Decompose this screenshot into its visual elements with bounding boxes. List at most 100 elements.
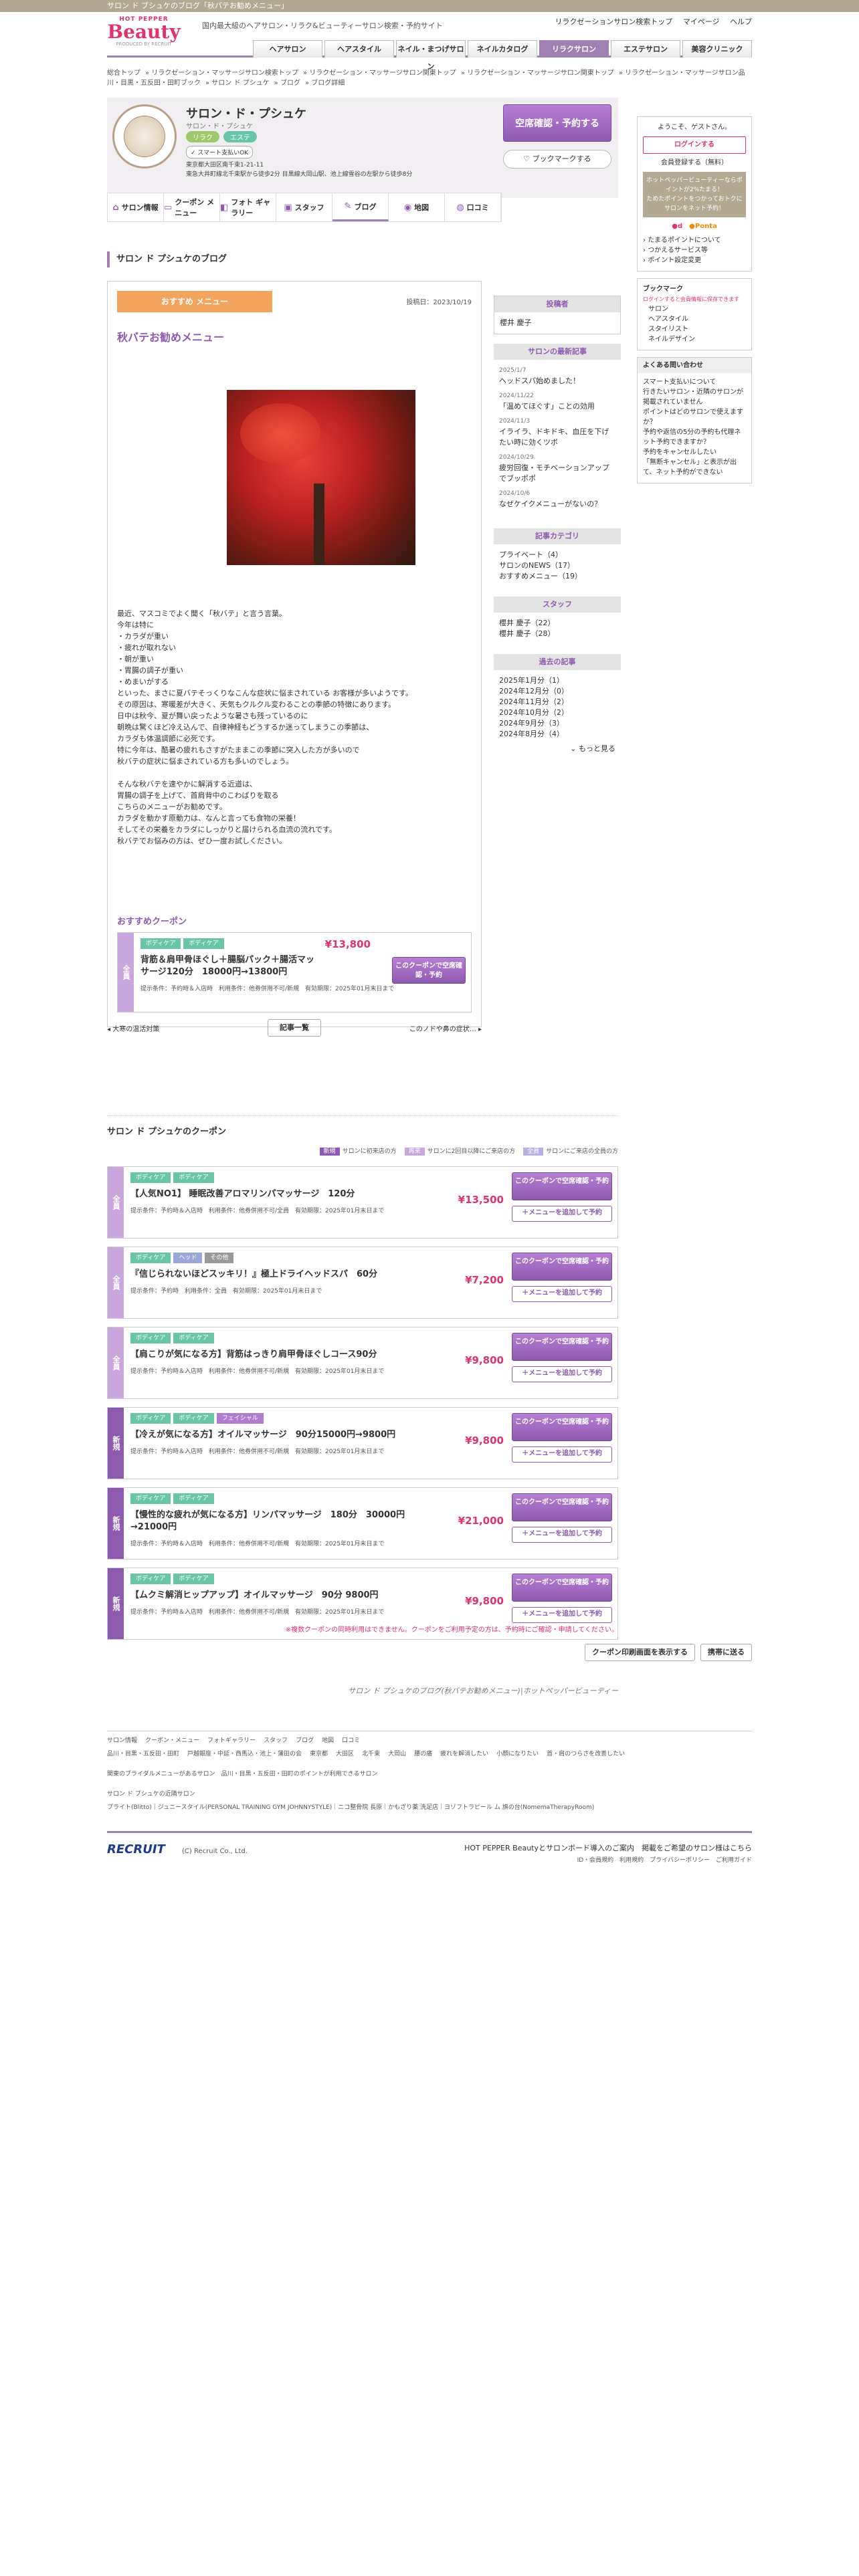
- add-menu-button[interactable]: ＋メニューを追加して予約: [512, 1206, 612, 1222]
- faq-item[interactable]: 行きたいサロン・近隣のサロンが掲載されていません: [643, 387, 746, 407]
- coupon-name[interactable]: 背筋＆肩甲骨ほぐし＋腸脳パック＋腸活マッサージ120分 18000円→13800…: [140, 954, 314, 978]
- coupon-reserve-button[interactable]: このクーポンで空席確認・予約: [392, 957, 466, 984]
- footer-link[interactable]: ブログ: [296, 1737, 314, 1744]
- faq-item[interactable]: 予約をキャンセルしたい: [643, 447, 746, 457]
- coupon-name[interactable]: 【冷えが気になる方】オイルマッサージ 90分15000円→9800円: [130, 1429, 438, 1441]
- archive-more-link[interactable]: ⌄ もっと見る: [499, 744, 615, 754]
- coupon-reserve-button[interactable]: このクーポンで空席確認・予約: [512, 1333, 612, 1361]
- coupon-reserve-button[interactable]: このクーポンで空席確認・予約: [512, 1413, 612, 1441]
- print-coupon-button[interactable]: クーポン印刷画面を表示する: [585, 1644, 695, 1661]
- coupon-reserve-button[interactable]: このクーポンで空席確認・予約: [512, 1493, 612, 1521]
- bookmark-item[interactable]: スタイリスト: [643, 324, 746, 334]
- footer-link[interactable]: 戸越銀座・中延・西馬込・池上・蒲田の会: [187, 1751, 302, 1757]
- next-post-link[interactable]: このノドや鼻の症状… ▸: [409, 1023, 482, 1033]
- register-link[interactable]: 会員登録する（無料）: [643, 158, 746, 168]
- coupon-reserve-button[interactable]: このクーポンで空席確認・予約: [512, 1172, 612, 1200]
- reserve-button[interactable]: 空席確認・予約する: [503, 104, 611, 142]
- tab-coupon-menu[interactable]: ▭ クーポン メニュー: [164, 193, 220, 221]
- tab-photo-gallery[interactable]: ◧ フォト ギャラリー: [220, 193, 276, 221]
- faq-item[interactable]: ポイントはどのサロンで使えますか？: [643, 407, 746, 427]
- nav-clinic[interactable]: 美容クリニック: [682, 40, 752, 58]
- footer-related[interactable]: 関東のブライダルメニューがあるサロン 品川・目黒・五反田・田町のポイントが利用で…: [107, 1769, 752, 1780]
- footer-link[interactable]: 大岡山: [388, 1751, 406, 1757]
- bookmark-item[interactable]: ネイルデザイン: [643, 334, 746, 344]
- footer-link[interactable]: フォトギャラリー: [207, 1737, 256, 1744]
- footer-link[interactable]: 品川・目黒・五反田・田町: [107, 1751, 179, 1757]
- crumb-4[interactable]: リラクゼーション・マッサージサロン関東トップ: [467, 70, 614, 77]
- tab-map[interactable]: ◉ 地図: [389, 193, 445, 221]
- footer-link[interactable]: クーポン・メニュー: [145, 1737, 199, 1744]
- staff-item[interactable]: 櫻井 慶子（22）: [499, 618, 615, 629]
- policy-links[interactable]: ID・会員規約 利用規約 プライバシーポリシー ご利用ガイド: [464, 1854, 752, 1866]
- nav-hairstyle[interactable]: ヘアスタイル: [324, 40, 394, 58]
- add-menu-button[interactable]: ＋メニューを追加して予約: [512, 1607, 612, 1623]
- archive-item[interactable]: 2024年12月分（0）: [499, 686, 615, 697]
- nav-relax[interactable]: リラクサロン: [539, 40, 609, 58]
- coupon-name[interactable]: 【肩こりが気になる方】背筋はっきり肩甲骨ほぐしコース90分: [130, 1349, 438, 1361]
- footer-link[interactable]: 疲れを解消したい: [440, 1751, 488, 1757]
- add-menu-button[interactable]: ＋メニューを追加して予約: [512, 1286, 612, 1302]
- tab-reviews[interactable]: ◍ 口コミ: [445, 193, 501, 221]
- bookmark-item[interactable]: ヘアスタイル: [643, 314, 746, 324]
- archive-item[interactable]: 2024年10月分（2）: [499, 708, 615, 718]
- tab-staff[interactable]: ▣ スタッフ: [276, 193, 332, 221]
- link-relax-top[interactable]: リラクゼーションサロン検索トップ: [555, 17, 672, 26]
- poster-name[interactable]: 櫻井 慶子: [494, 312, 620, 334]
- coupon-name[interactable]: 【人気NO1】 睡眠改善アロマリンパマッサージ 120分: [130, 1188, 438, 1200]
- nav-esthe[interactable]: エステサロン: [611, 40, 680, 58]
- recruit-logo[interactable]: RECRUIT: [107, 1842, 165, 1856]
- staff-item[interactable]: 櫻井 慶子（28）: [499, 629, 615, 639]
- category-item[interactable]: プライベート（4）: [499, 550, 615, 560]
- bookmark-item[interactable]: サロン: [643, 304, 746, 314]
- footer-link[interactable]: 腰の痛: [414, 1751, 432, 1757]
- footer-link[interactable]: 大田区: [336, 1751, 354, 1757]
- crumb-7[interactable]: ブログ: [280, 80, 300, 87]
- link-mypage[interactable]: マイページ: [683, 17, 720, 26]
- point-link[interactable]: › つかえるサービス等: [643, 245, 746, 255]
- footer-link[interactable]: 小顔になりたい: [496, 1751, 539, 1757]
- link-help[interactable]: ヘルプ: [730, 17, 752, 26]
- footer-link[interactable]: 首・肩のつらさを改善したい: [547, 1751, 625, 1757]
- coupon-name[interactable]: 『信じられないほどスッキリ！』極上ドライヘッドスパ 60分: [130, 1269, 438, 1281]
- post-list-button[interactable]: 記事一覧: [268, 1019, 321, 1037]
- category-item[interactable]: サロンのNEWS（17）: [499, 560, 615, 571]
- salon-board-link[interactable]: HOT PEPPER Beautyとサロンボード導入のご案内 掲載をご希望のサロ…: [464, 1842, 752, 1854]
- archive-item[interactable]: 2024年11月分（2）: [499, 697, 615, 708]
- recent-item[interactable]: 2024/11/3 イライラ、ドキドキ、血圧を下げたい時に効くツボ: [499, 416, 615, 448]
- add-menu-button[interactable]: ＋メニューを追加して予約: [512, 1527, 612, 1543]
- faq-item[interactable]: スマート支払いについて: [643, 377, 746, 387]
- footer-nearby[interactable]: プライト(Blitto)｜ジュニースタイル(PERSONAL TRAINING …: [107, 1802, 752, 1813]
- recent-item[interactable]: 2024/10/6 なぜケイクメニューがないの？: [499, 488, 615, 510]
- crumb-2[interactable]: リラクゼーション・マッサージサロン検索トップ: [151, 70, 298, 77]
- nav-nail[interactable]: ネイル・まつげサロン: [396, 40, 466, 71]
- archive-item[interactable]: 2025年1月分（1）: [499, 675, 615, 686]
- archive-item[interactable]: 2024年8月分（4）: [499, 729, 615, 740]
- nav-nail-catalog[interactable]: ネイルカタログ: [468, 40, 537, 58]
- footer-link[interactable]: 北千束: [362, 1751, 380, 1757]
- prev-post-link[interactable]: ◂ 大寒の温活対策: [107, 1023, 159, 1033]
- add-menu-button[interactable]: ＋メニューを追加して予約: [512, 1446, 612, 1463]
- faq-item[interactable]: 「無断キャンセル」と表示が出て、ネット予約ができない: [643, 457, 746, 477]
- tab-salon-info[interactable]: ⌂ サロン情報: [108, 193, 164, 221]
- coupon-reserve-button[interactable]: このクーポンで空席確認・予約: [512, 1574, 612, 1602]
- footer-link[interactable]: サロン情報: [107, 1737, 137, 1744]
- footer-link[interactable]: 口コミ: [342, 1737, 360, 1744]
- send-mobile-button[interactable]: 携帯に送る: [700, 1644, 752, 1661]
- nav-hair[interactable]: ヘアサロン: [253, 40, 322, 58]
- footer-link[interactable]: 東京都: [310, 1751, 328, 1757]
- login-button[interactable]: ログインする: [643, 136, 746, 154]
- coupon-name[interactable]: 【慢性的な疲れが気になる方】リンパマッサージ 180分 30000円→21000…: [130, 1509, 438, 1533]
- coupon-name[interactable]: 【ムクミ解消ヒップアップ】オイルマッサージ 90分 9800円: [130, 1590, 438, 1602]
- footer-link[interactable]: 地図: [322, 1737, 334, 1744]
- bookmark-button[interactable]: ♡ ブックマークする: [503, 150, 611, 169]
- point-link[interactable]: › たまるポイントについて: [643, 235, 746, 245]
- faq-item[interactable]: 予約や返信の5分の予約も代理ネット予約できますか？: [643, 427, 746, 447]
- footer-link[interactable]: スタッフ: [264, 1737, 288, 1744]
- tab-blog[interactable]: ✎ ブログ: [332, 193, 389, 221]
- recent-item[interactable]: 2025/1/7 ヘッドスパ始めました！: [499, 365, 615, 387]
- crumb-1[interactable]: 総合トップ: [107, 70, 140, 77]
- coupon-reserve-button[interactable]: このクーポンで空席確認・予約: [512, 1253, 612, 1281]
- add-menu-button[interactable]: ＋メニューを追加して予約: [512, 1366, 612, 1382]
- recent-item[interactable]: 2024/11/22 「温めてほぐす」ことの効用: [499, 391, 615, 412]
- archive-item[interactable]: 2024年9月分（3）: [499, 718, 615, 729]
